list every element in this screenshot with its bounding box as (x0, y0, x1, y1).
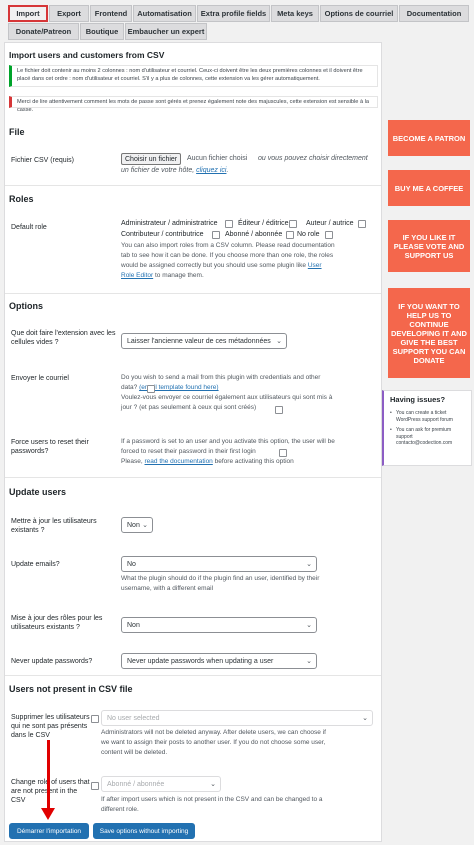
change-role-select[interactable]: Abonné / abonnée ⌄ (101, 776, 221, 792)
notice-columns: Le fichier doit contenir au moins 2 colo… (9, 65, 378, 87)
send-mail-label: Envoyer le courriel (11, 375, 69, 382)
tab-meta-keys[interactable]: Meta keys (271, 5, 319, 22)
tab-boutique[interactable]: Boutique (80, 23, 124, 40)
delete-users-label: Supprimer les utilisateurs qui ne sont p… (11, 714, 90, 739)
send-mail-updated-checkbox[interactable] (275, 406, 283, 414)
section-options-heading: Options (9, 301, 43, 311)
update-emails-select[interactable]: No ⌄ (121, 556, 317, 572)
update-existing-label: Mettre à jour les utilisateurs existants… (11, 518, 97, 534)
annotation-arrow-head (41, 808, 55, 820)
tab-documentation[interactable]: Documentation (399, 5, 469, 22)
empty-cells-select[interactable]: Laisser l'ancienne valeur de ces métadon… (121, 333, 287, 349)
page-title: Import users and customers from CSV (9, 50, 165, 60)
chevron-down-icon: ⌄ (276, 338, 282, 345)
alt-upload-text-2: un fichier de votre hôte, (121, 167, 195, 174)
role-subscriber-checkbox[interactable] (286, 231, 294, 239)
user-role-editor-link[interactable]: User (308, 262, 322, 269)
change-role-label: Change role of users that are not presen… (11, 779, 90, 804)
update-roles-label: Mise à jour des rôles pour les utilisate… (11, 615, 103, 631)
issues-premium-item[interactable]: You can ask for premium support contacto… (390, 427, 465, 447)
tab-automatisation[interactable]: Automatisation (133, 5, 196, 22)
chevron-down-icon: ⌄ (306, 561, 312, 568)
never-update-passwords-label: Never update passwords? (11, 658, 93, 665)
tab-options-courriel[interactable]: Options de courriel (320, 5, 398, 22)
tab-frontend[interactable]: Frontend (90, 5, 132, 22)
tab-import[interactable]: Import (8, 5, 48, 22)
tab-donate-patreon[interactable]: Donate/Patreon (8, 23, 79, 40)
update-existing-select[interactable]: Non ⌄ (121, 517, 153, 533)
role-contributor-checkbox[interactable] (212, 231, 220, 239)
become-patron-button[interactable]: BECOME A PATRON (388, 120, 470, 156)
chevron-down-icon: ⌄ (210, 781, 216, 788)
never-update-passwords-select[interactable]: Never update passwords when updating a u… (121, 653, 317, 669)
main-panel: Import users and customers from CSV Le f… (4, 42, 382, 842)
empty-cells-label: Que doit faire l'extension avec les cell… (11, 330, 116, 346)
role-author-checkbox[interactable] (358, 220, 366, 228)
tab-embaucher[interactable]: Embaucher un expert (125, 23, 207, 40)
force-reset-checkbox[interactable] (279, 449, 287, 457)
vote-support-button[interactable]: IF YOU LIKE IT PLEASE VOTE AND SUPPORT U… (388, 220, 470, 272)
delete-users-select[interactable]: No user selected ⌄ (101, 710, 373, 726)
roles-description: You can also import roles from a CSV col… (121, 242, 335, 279)
delete-users-description: Administrators will not be deleted anywa… (101, 729, 326, 756)
save-options-button[interactable]: Save options without importing (93, 823, 195, 839)
role-contributor-label: Contributeur / contributrice (121, 231, 204, 238)
tab-export[interactable]: Export (49, 5, 89, 22)
default-role-label: Default role (11, 224, 47, 231)
issues-ticket-item[interactable]: You can create a ticket WordPress suppor… (390, 410, 465, 423)
having-issues-box: Having issues? You can create a ticket W… (382, 390, 472, 466)
click-here-link[interactable]: cliquez ici (196, 167, 226, 174)
section-update-heading: Update users (9, 487, 67, 497)
delete-users-checkbox[interactable] (91, 715, 99, 723)
role-editor-checkbox[interactable] (289, 220, 297, 228)
update-emails-description: What the plugin should do if the plugin … (121, 575, 320, 592)
role-author-label: Auteur / autrice (306, 220, 354, 227)
role-none-label: No role (297, 231, 320, 238)
choose-file-button[interactable]: Choisir un fichier (121, 153, 182, 165)
role-administrator-checkbox[interactable] (225, 220, 233, 228)
send-mail-checkbox[interactable] (147, 385, 155, 393)
change-role-checkbox[interactable] (91, 782, 99, 790)
force-reset-description: If a password is set to an user and you … (121, 438, 335, 465)
update-emails-label: Update emails? (11, 561, 60, 568)
read-documentation-link[interactable]: read the documentation (145, 458, 213, 465)
alt-upload-text: ou vous pouvez choisir directement (258, 155, 368, 162)
chevron-down-icon: ⌄ (306, 622, 312, 629)
having-issues-title: Having issues? (390, 395, 446, 404)
annotation-arrow (47, 740, 50, 812)
csv-file-label: Fichier CSV (requis) (11, 157, 75, 164)
no-file-text: Aucun fichier choisi (187, 155, 248, 162)
section-file-heading: File (9, 127, 25, 137)
section-roles-heading: Roles (9, 194, 34, 204)
tab-extra-profile-fields[interactable]: Extra profile fields (197, 5, 270, 22)
role-none-checkbox[interactable] (325, 231, 333, 239)
role-editor-label: Éditeur / éditrice (238, 220, 289, 227)
chevron-down-icon: ⌄ (362, 715, 368, 722)
role-subscriber-label: Abonné / abonnée (225, 231, 283, 238)
donate-button[interactable]: IF YOU WANT TO HELP US TO CONTINUE DEVEL… (388, 288, 470, 378)
change-role-description: If after import users which is not prese… (101, 796, 323, 813)
force-reset-label: Force users to reset their passwords? (11, 439, 89, 455)
role-administrator-label: Administrateur / administratrice (121, 220, 218, 227)
notice-passwords: Merci de lire attentivement comment les … (9, 96, 378, 113)
chevron-down-icon: ⌄ (306, 658, 312, 665)
start-import-button[interactable]: Démarrer l'importation (9, 823, 89, 839)
section-not-present-heading: Users not present in CSV file (9, 684, 133, 694)
buy-coffee-button[interactable]: BUY ME A COFFEE (388, 170, 470, 206)
chevron-down-icon: ⌄ (142, 522, 148, 529)
send-mail-description: Do you wish to send a mail from this plu… (121, 374, 333, 411)
update-roles-select[interactable]: Non ⌄ (121, 617, 317, 633)
